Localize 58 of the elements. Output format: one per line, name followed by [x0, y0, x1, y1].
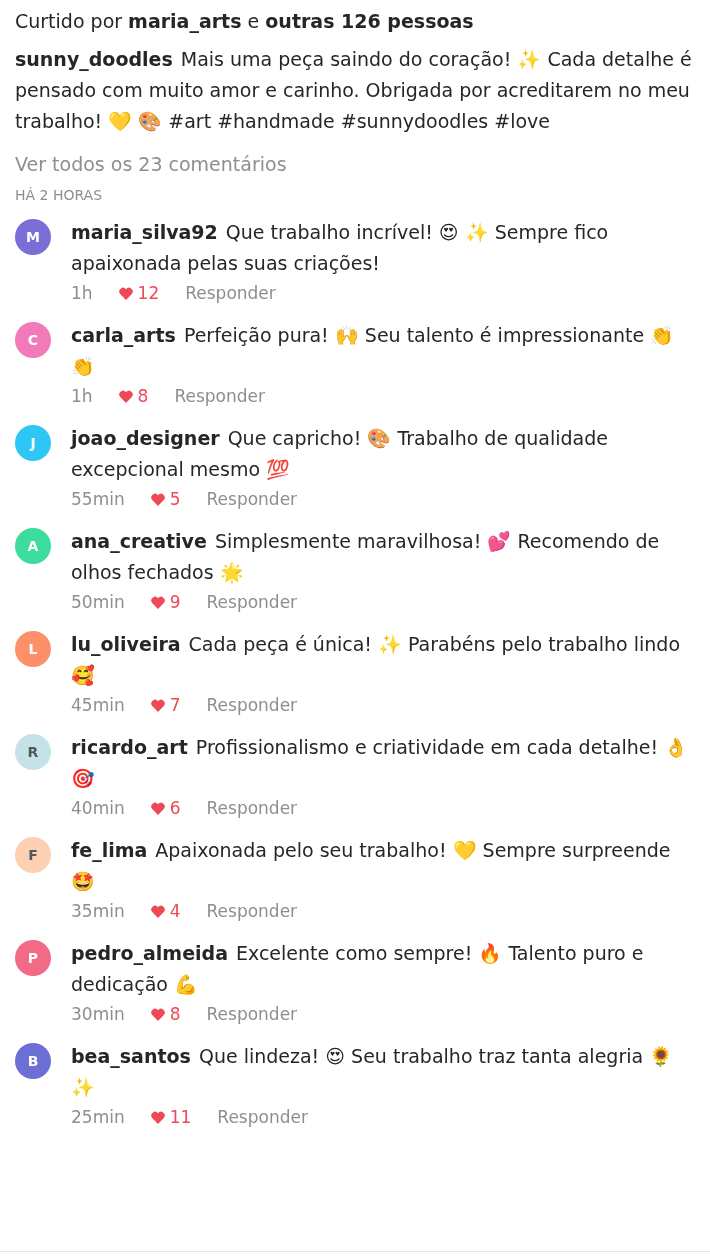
reply-button[interactable]: Responder [185, 283, 276, 303]
like-count: 8 [169, 1004, 181, 1024]
comment-text: ricardo_art Profissionalismo e criatividade em cada detalhe! 👌 🎯 [71, 735, 690, 791]
comment-time: 55min [71, 489, 125, 509]
heart-icon[interactable] [150, 1110, 165, 1124]
comment-time: 35min [71, 901, 125, 921]
reply-button[interactable]: Responder [206, 1004, 298, 1024]
reply-button[interactable]: Responder [174, 386, 265, 406]
reply-button[interactable]: Responder [217, 1107, 308, 1127]
like-count: 9 [169, 592, 181, 612]
like-count: 12 [137, 283, 160, 303]
comment-text: lu_oliveira Cada peça é única! ✨ Parabéns pelo trabalho lindo 🥰 [71, 632, 681, 688]
heart-icon[interactable] [150, 904, 165, 918]
heart-icon[interactable] [118, 286, 133, 300]
comment-text: maria_silva92 Que trabalho incrível! 😍 ✨ Sempre fico apaixonada pelas suas criações! [71, 220, 610, 276]
avatar[interactable]: P [15, 940, 51, 976]
comment-text: bea_santos Que lindeza! 😍 Seu trabalho traz tanta alegria 🌻 ✨ [71, 1044, 675, 1100]
post-timestamp: HÁ 2 HORAS [15, 187, 104, 203]
comment-time: 45min [71, 695, 125, 715]
comment-time: 25min [71, 1107, 125, 1127]
heart-icon[interactable] [118, 389, 133, 403]
comment-text: ana_creative Simplesmente maravilhosa! 💕 Recomendo de olhos fechados 🌟 [71, 529, 661, 586]
reply-button[interactable]: Responder [206, 695, 298, 715]
avatar[interactable]: L [15, 631, 51, 667]
like-count: 7 [169, 695, 181, 715]
like-count: 8 [137, 386, 149, 406]
comment-time: 30min [71, 1004, 125, 1024]
reply-button[interactable]: Responder [206, 901, 298, 921]
heart-icon[interactable] [150, 492, 165, 506]
avatar[interactable]: J [15, 425, 51, 461]
avatar[interactable]: F [15, 837, 51, 873]
avatar[interactable]: A [15, 528, 51, 564]
comment-time: 1h [71, 283, 93, 303]
likes-summary: Curtido por maria_arts e outras 126 pessoas [15, 9, 475, 35]
avatar[interactable]: B [15, 1043, 51, 1079]
caption: sunny_doodles Mais uma peça saindo do coração! ✨ Cada detalhe é pensado com muito amor e carinho. Obrigada por acreditarem no meu trabalho! 💛 🎨 #art #handmade #sunnydoodles #love [15, 47, 693, 134]
avatar[interactable]: C [15, 322, 51, 358]
heart-icon[interactable] [150, 595, 165, 609]
comment-time: 1h [71, 386, 93, 406]
comment-time: 50min [71, 592, 125, 612]
reply-button[interactable]: Responder [206, 489, 298, 509]
reply-button[interactable]: Responder [206, 592, 298, 612]
heart-icon[interactable] [150, 698, 165, 712]
comment-time: 40min [71, 798, 125, 818]
comment-text: fe_lima Apaixonada pelo seu trabalho! 💛 Sempre surpreende 🤩 [71, 838, 672, 894]
comment-text: carla_arts Perfeição pura! 🙌 Seu talento é impressionante 👏 👏 [71, 323, 676, 379]
comment-text: joao_designer Que capricho! 🎨 Trabalho de qualidade excepcional mesmo 💯 [71, 426, 609, 482]
view-comments-link[interactable]: Ver todos os 23 comentários [15, 149, 695, 179]
like-count: 6 [169, 798, 181, 818]
heart-icon[interactable] [150, 801, 165, 815]
like-count: 5 [169, 489, 181, 509]
avatar[interactable]: R [15, 734, 51, 770]
reply-button[interactable]: Responder [206, 798, 298, 818]
heart-icon[interactable] [150, 1007, 165, 1021]
comment-text: pedro_almeida Excelente como sempre! 🔥 Talento puro e dedicação 💪 [71, 941, 645, 997]
avatar[interactable]: M [15, 219, 51, 255]
like-count: 11 [169, 1107, 192, 1127]
like-count: 4 [169, 901, 181, 921]
